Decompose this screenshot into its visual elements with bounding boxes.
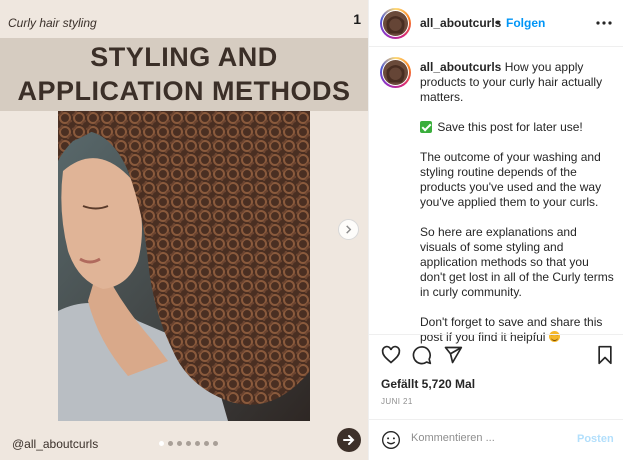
post-actions: Gefällt 5,720 Mal JUNI 21 xyxy=(369,334,623,424)
arrow-right-icon xyxy=(343,435,355,445)
caption-save-note: Save this post for later use! xyxy=(437,120,583,134)
header-username[interactable]: all_aboutcurls xyxy=(420,16,501,30)
post-date[interactable]: JUNI 21 xyxy=(381,397,413,406)
likes-count[interactable]: Gefällt 5,720 Mal xyxy=(381,377,475,391)
media-slide-number: 1 xyxy=(353,11,361,27)
post-header: all_aboutcurls • Folgen xyxy=(369,0,623,47)
post-media[interactable]: Curly hair styling 1 STYLING AND APPLICA… xyxy=(0,0,368,460)
comment-bar: Posten xyxy=(369,419,623,460)
media-title: STYLING AND APPLICATION METHODS xyxy=(0,40,368,108)
post-comment-button[interactable]: Posten xyxy=(577,433,614,445)
comment-icon[interactable] xyxy=(412,345,432,365)
emoji-icon[interactable] xyxy=(381,430,401,450)
comment-input[interactable] xyxy=(411,432,571,444)
carousel-dot xyxy=(195,441,200,446)
media-handle: @all_aboutcurls xyxy=(12,437,99,451)
avatar[interactable] xyxy=(380,8,411,39)
carousel-dot xyxy=(213,441,218,446)
avatar-image xyxy=(383,60,408,85)
caption-paragraph-2: The outcome of your washing and styling … xyxy=(420,150,602,209)
heart-icon[interactable] xyxy=(381,345,401,365)
caption-username[interactable]: all_aboutcurls xyxy=(420,60,501,74)
carousel-dot xyxy=(168,441,173,446)
carousel-dot xyxy=(159,441,164,446)
caption-avatar[interactable] xyxy=(380,57,411,88)
more-horizontal-icon[interactable] xyxy=(595,14,613,32)
header-separator: • xyxy=(496,16,501,30)
carousel-dot xyxy=(186,441,191,446)
caption-text: all_aboutcurls How you apply products to… xyxy=(420,60,616,360)
post-sidebar: all_aboutcurls • Folgen all_aboutcurls H… xyxy=(368,0,623,460)
carousel-dots xyxy=(159,441,218,446)
checkmark-icon xyxy=(420,121,432,133)
curly-hair-photo xyxy=(58,111,310,421)
follow-button[interactable]: Folgen xyxy=(506,16,545,30)
carousel-dot xyxy=(177,441,182,446)
avatar-image xyxy=(383,11,408,36)
carousel-dot xyxy=(204,441,209,446)
chevron-right-icon xyxy=(346,225,352,234)
media-title-line1: STYLING AND xyxy=(90,42,278,72)
bookmark-icon[interactable] xyxy=(595,345,615,365)
media-title-line2: APPLICATION METHODS xyxy=(17,76,351,106)
share-icon[interactable] xyxy=(443,345,463,365)
media-arrow-button xyxy=(337,428,361,452)
caption-paragraph-3: So here are explanations and visuals of … xyxy=(420,225,614,299)
media-photo xyxy=(58,111,310,421)
post-caption: all_aboutcurls How you apply products to… xyxy=(369,47,623,344)
carousel-next-button[interactable] xyxy=(338,219,359,240)
media-top-label: Curly hair styling xyxy=(8,16,97,30)
